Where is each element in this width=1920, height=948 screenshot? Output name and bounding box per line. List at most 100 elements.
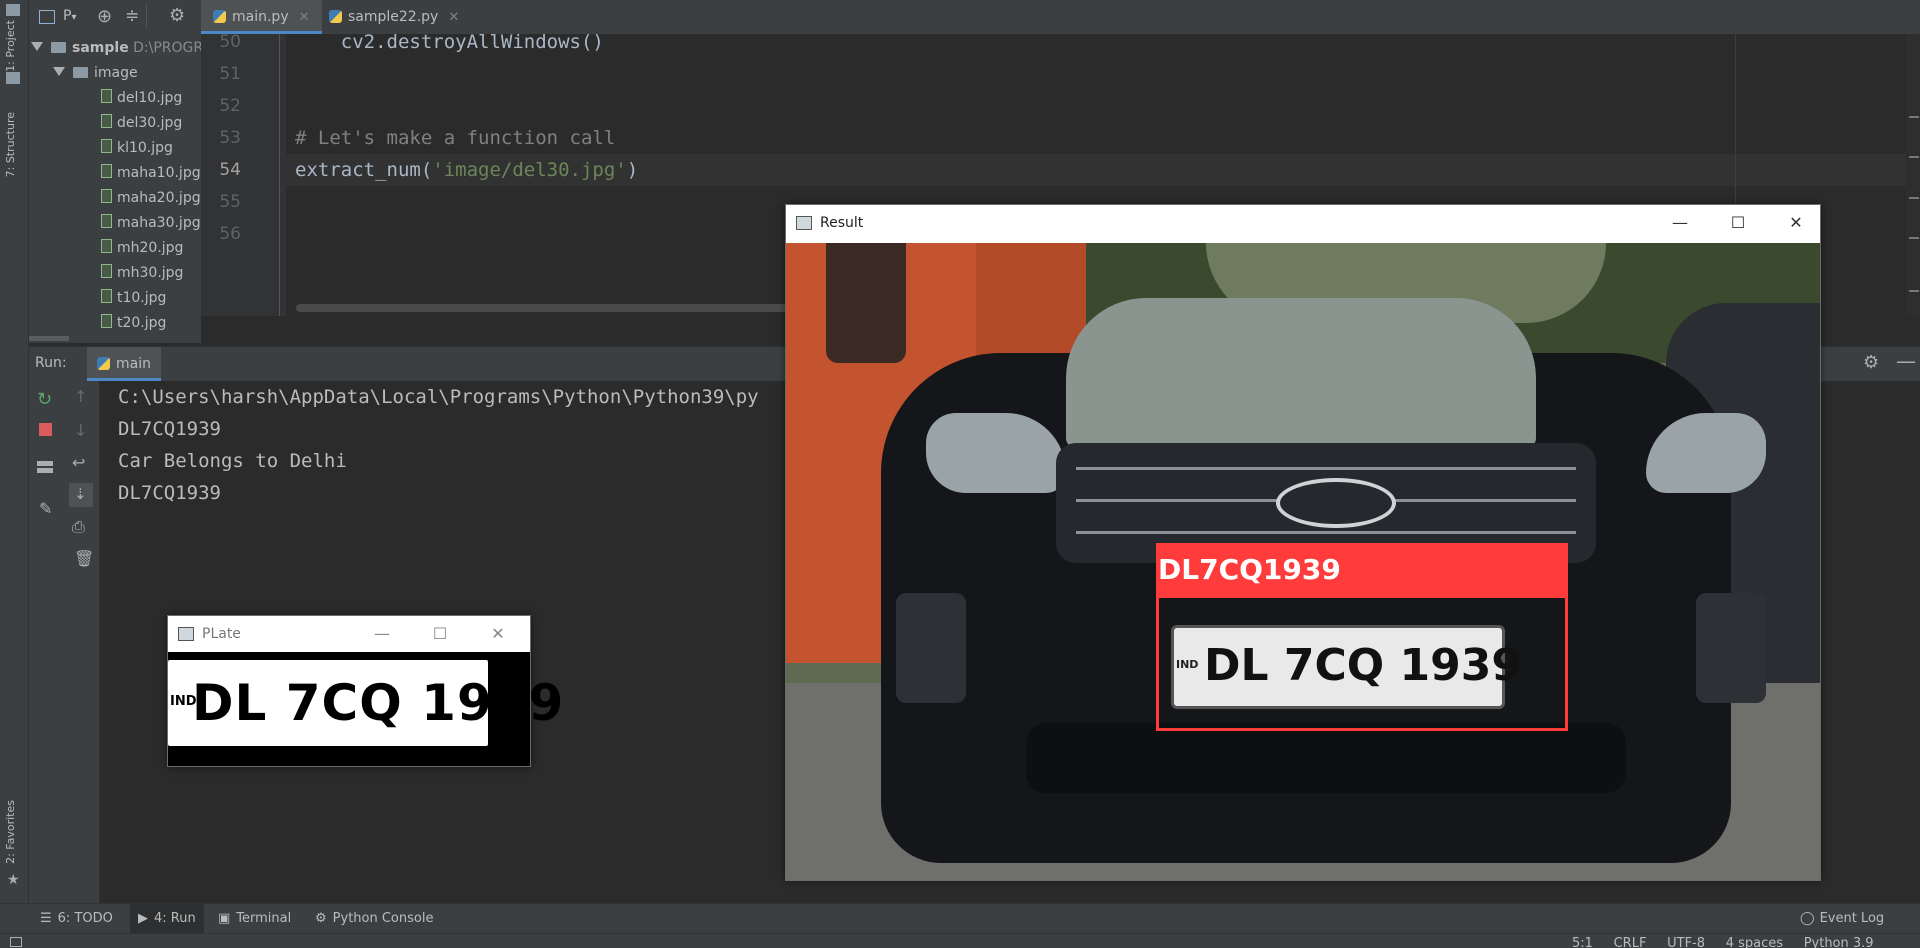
- terminal-icon: ▣: [218, 911, 231, 926]
- python-interpreter[interactable]: Python 3.9: [1804, 936, 1874, 948]
- close-icon[interactable]: ✕: [484, 622, 512, 646]
- tree-folder-image[interactable]: image: [53, 61, 138, 85]
- close-icon[interactable]: ✕: [1782, 211, 1810, 235]
- terminal-label: Terminal: [236, 911, 292, 926]
- run-tab-label: 4: Run: [154, 911, 196, 926]
- tree-file-item[interactable]: maha30.jpg: [101, 211, 201, 235]
- result-window-titlebar[interactable]: Result — ☐ ✕: [786, 205, 1820, 243]
- structure-tool-tab[interactable]: 7: Structure: [4, 112, 17, 177]
- license-plate: IND DL 7CQ 1939: [1171, 625, 1522, 709]
- image-file-icon: [101, 164, 112, 178]
- gear-icon[interactable]: ⚙: [1863, 352, 1879, 373]
- print-icon[interactable]: ⎙: [72, 517, 85, 537]
- layout-icon[interactable]: [37, 461, 53, 473]
- line-number: 54: [219, 160, 241, 180]
- horizontal-scrollbar[interactable]: [29, 336, 69, 341]
- locate-icon[interactable]: ⊕: [97, 6, 112, 27]
- indent-setting[interactable]: 4 spaces: [1726, 936, 1783, 948]
- code-string: 'image/del30.jpg': [432, 159, 627, 181]
- tab-label: sample22.py: [348, 9, 439, 25]
- project-tool-tab[interactable]: 1: Project: [4, 20, 17, 72]
- image-file-icon: [101, 289, 112, 303]
- event-log-tool-tab[interactable]: ◯ Event Log: [1800, 904, 1884, 934]
- left-tool-strip: 1: Project 7: Structure 2: Favorites ★: [0, 0, 29, 903]
- minimize-icon[interactable]: —: [1666, 211, 1694, 235]
- todo-label: 6: TODO: [57, 911, 113, 926]
- soft-wrap-icon[interactable]: ↩: [72, 453, 85, 472]
- tree-root[interactable]: sample D:\PROGR: [31, 36, 201, 60]
- marker: [1909, 197, 1919, 199]
- project-view-dropdown[interactable]: P▾: [63, 8, 76, 24]
- close-icon[interactable]: ✕: [448, 10, 459, 25]
- line-number: 55: [219, 192, 241, 212]
- tree-file-item[interactable]: del30.jpg: [101, 111, 182, 135]
- bottom-tool-bar: ☰ 6: TODO ▶ 4: Run ▣ Terminal ⚙ Python Conso…: [0, 903, 1920, 934]
- tree-file-item[interactable]: kl10.jpg: [101, 136, 173, 160]
- rerun-icon[interactable]: ↻: [37, 389, 52, 410]
- van-window: [826, 243, 906, 363]
- maximize-icon[interactable]: ☐: [1724, 211, 1752, 235]
- favorites-tool-tab[interactable]: 2: Favorites: [4, 800, 17, 864]
- tree-folder-label: image: [94, 65, 138, 81]
- gear-icon[interactable]: ⚙: [169, 5, 185, 26]
- list-icon: ☰: [40, 911, 52, 926]
- tree-file-item[interactable]: mh30.jpg: [101, 261, 183, 285]
- plate-window[interactable]: PLate — ☐ ✕ IND DL 7CQ 1939: [167, 615, 563, 767]
- result-window[interactable]: Result — ☐ ✕ DL7CQ1939 IND DL 7CQ 1939: [785, 204, 1821, 881]
- scroll-down-icon[interactable]: ↓: [74, 421, 87, 440]
- image-file-icon: [101, 214, 112, 228]
- marker: [1909, 290, 1919, 292]
- cursor-position[interactable]: 5:1: [1572, 936, 1593, 948]
- tree-file-label: maha10.jpg: [117, 165, 201, 181]
- tree-file-item[interactable]: del10.jpg: [101, 86, 182, 110]
- stop-icon[interactable]: [39, 423, 52, 436]
- pin-icon[interactable]: ✎: [39, 499, 52, 518]
- image-file-icon: [101, 89, 112, 103]
- error-stripe: [1906, 34, 1920, 316]
- code-line-54[interactable]: extract_num('image/del30.jpg'): [295, 154, 638, 186]
- grille-bar: [1076, 467, 1576, 470]
- event-log-icon: ◯: [1800, 911, 1815, 926]
- code-line-50[interactable]: cv2.destroyAllWindows(): [295, 26, 604, 58]
- status-window-icon[interactable]: [10, 937, 22, 947]
- tree-file-item[interactable]: mh20.jpg: [101, 236, 183, 260]
- tree-file-label: t20.jpg: [117, 315, 167, 331]
- left-foglight: [896, 593, 966, 703]
- image-file-icon: [101, 314, 112, 328]
- close-icon[interactable]: ✕: [299, 10, 310, 25]
- maximize-icon[interactable]: ☐: [426, 622, 454, 646]
- lower-grille: [1026, 723, 1626, 793]
- minimize-icon[interactable]: —: [368, 622, 396, 646]
- tree-file-item[interactable]: maha10.jpg: [101, 161, 201, 185]
- tree-file-item[interactable]: t10.jpg: [101, 286, 166, 310]
- project-folder-icon: [6, 4, 20, 16]
- terminal-tool-tab[interactable]: ▣ Terminal: [218, 904, 291, 934]
- result-window-title: Result: [820, 215, 864, 231]
- scroll-to-end-icon[interactable]: ⇣: [69, 483, 93, 507]
- tree-file-item[interactable]: maha20.jpg: [101, 186, 201, 210]
- image-file-icon: [101, 114, 112, 128]
- plate-text: DL 7CQ 1939: [192, 674, 565, 732]
- file-encoding[interactable]: UTF-8: [1667, 936, 1705, 948]
- line-separator[interactable]: CRLF: [1614, 936, 1647, 948]
- collapse-all-icon[interactable]: ≑: [125, 6, 139, 26]
- trash-icon[interactable]: 🗑: [74, 549, 94, 568]
- python-console-tool-tab[interactable]: ⚙ Python Console: [315, 904, 433, 934]
- chevron-down-icon[interactable]: [31, 42, 43, 51]
- plate-window-title: PLate: [202, 626, 241, 642]
- console-line: DL7CQ1939: [118, 482, 221, 504]
- minimize-icon[interactable]: —: [1896, 349, 1916, 373]
- chevron-down-icon[interactable]: [53, 67, 65, 76]
- scroll-up-icon[interactable]: ↑: [74, 387, 87, 406]
- code-paren: ): [626, 159, 639, 181]
- run-toolbar: ↻ ✎ ↑ ↓ ↩ ⇣ ⎙ 🗑: [29, 381, 100, 903]
- todo-tool-tab[interactable]: ☰ 6: TODO: [40, 904, 113, 934]
- tree-file-item[interactable]: t20.jpg: [101, 311, 166, 335]
- run-tool-tab[interactable]: ▶ 4: Run: [130, 904, 204, 934]
- code-line-53[interactable]: # Let's make a function call: [295, 122, 615, 154]
- run-config-tab[interactable]: main: [87, 347, 161, 381]
- python-icon: [97, 357, 110, 370]
- plate-window-titlebar[interactable]: PLate — ☐ ✕: [168, 616, 530, 652]
- tree-file-label: maha30.jpg: [117, 215, 201, 231]
- line-number: 53: [219, 128, 241, 148]
